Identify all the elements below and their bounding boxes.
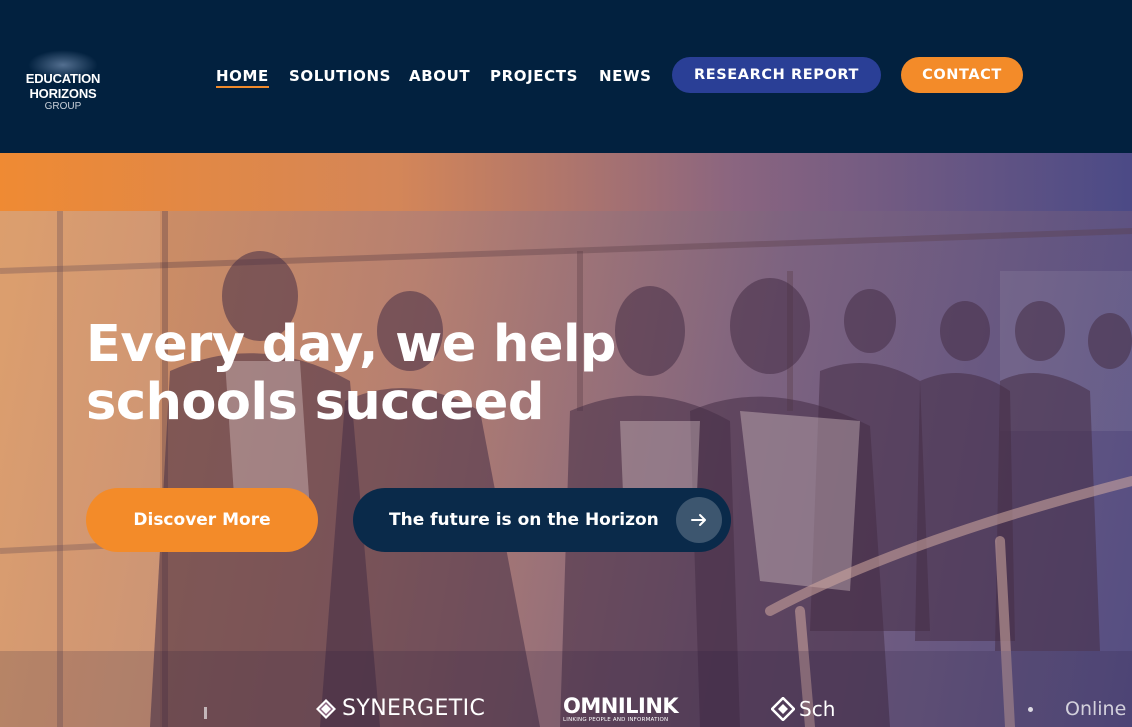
school-logo-text: Sch	[799, 696, 836, 721]
logo-strip-dot	[1028, 707, 1033, 712]
nav-item-home[interactable]: HOME	[216, 67, 269, 88]
site-header: EDUCATION HORIZONS GROUP HOME SOLUTIONS …	[0, 0, 1132, 153]
hero-headline-line2: schools succeed	[86, 373, 544, 432]
synergetic-diamond-icon	[316, 698, 336, 719]
education-horizons-logo[interactable]: EDUCATION HORIZONS GROUP	[18, 50, 108, 114]
nav-item-about[interactable]: ABOUT	[409, 67, 470, 85]
school-diamond-icon	[771, 696, 795, 721]
hero-headline-line1: Every day, we help	[86, 315, 616, 374]
partner-logos-strip: SYNERGETIC OMNILINK LINKING PEOPLE AND I…	[0, 690, 1132, 727]
arrow-right-icon	[676, 497, 722, 543]
synergetic-logo[interactable]: SYNERGETIC	[315, 690, 485, 727]
omnilink-tagline: LINKING PEOPLE AND INFORMATION	[563, 717, 669, 723]
omnilink-logo-text: OMNILINK	[563, 694, 679, 718]
nav-item-solutions[interactable]: SOLUTIONS	[289, 67, 391, 85]
school-logo[interactable]: Sch	[771, 690, 835, 727]
logo-strip-fade-mark	[204, 707, 207, 719]
future-horizon-label: The future is on the Horizon	[389, 510, 659, 530]
discover-more-button[interactable]: Discover More	[86, 488, 318, 552]
gradient-band	[0, 153, 1132, 211]
logo-text-line3: GROUP	[44, 101, 82, 112]
hero-section: Every day, we help schools succeed Disco…	[0, 211, 1132, 727]
logo-text-line1: EDUCATION	[25, 71, 101, 86]
online-logo[interactable]: Online	[1065, 690, 1126, 727]
future-horizon-button[interactable]: The future is on the Horizon	[353, 488, 731, 552]
logo-text-line2: HORIZONS	[29, 86, 97, 101]
omnilink-logo[interactable]: OMNILINK LINKING PEOPLE AND INFORMATION	[563, 694, 679, 724]
hero-background-photo	[0, 211, 1132, 727]
online-logo-text: Online	[1065, 697, 1127, 720]
nav-item-news[interactable]: NEWS	[599, 67, 652, 85]
synergetic-logo-text: SYNERGETIC	[342, 696, 486, 721]
research-report-button[interactable]: RESEARCH REPORT	[672, 57, 881, 93]
hero-headline: Every day, we help schools succeed	[86, 316, 686, 432]
nav-item-projects[interactable]: PROJECTS	[490, 67, 578, 85]
contact-button[interactable]: CONTACT	[901, 57, 1023, 93]
